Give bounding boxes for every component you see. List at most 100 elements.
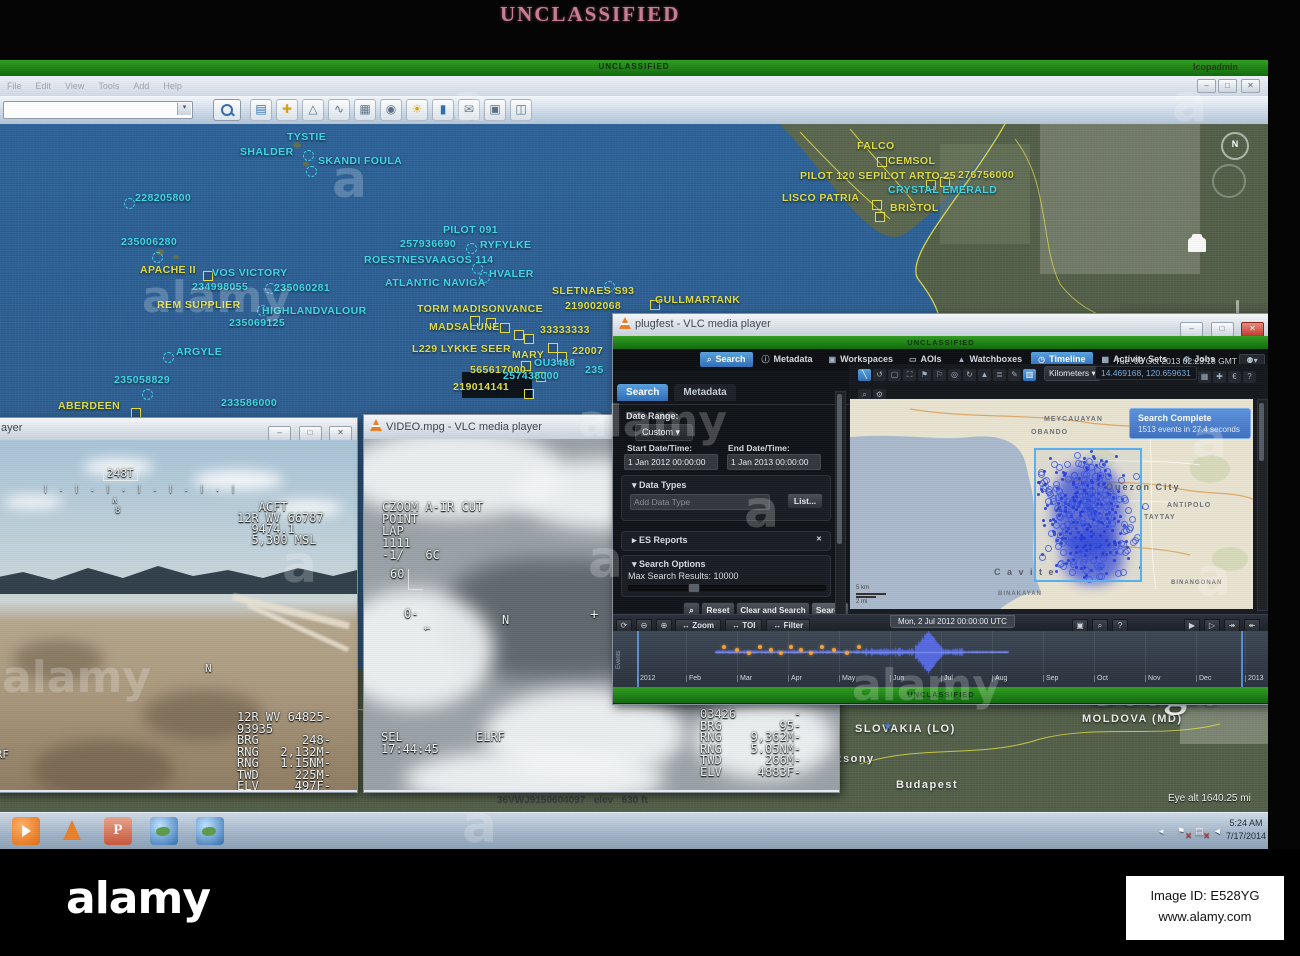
close-icon[interactable]: ✕ (816, 535, 822, 543)
slider-handle[interactable] (688, 583, 700, 593)
planets-icon[interactable]: ▮ (432, 99, 454, 121)
map-tool-icon-1[interactable]: ↺ (873, 369, 886, 381)
taskbar-media-player[interactable] (12, 817, 40, 845)
tray-volume[interactable]: ◄ (1213, 826, 1226, 839)
menu-item-help[interactable]: Help (163, 81, 182, 91)
menu-item-file[interactable]: File (7, 81, 22, 91)
map-tool-icon-9[interactable]: ≣ (993, 369, 1006, 381)
search-button[interactable] (213, 99, 241, 121)
menu-item-add[interactable]: Add (133, 81, 149, 91)
add-data-type-input[interactable]: Add Data Type (630, 494, 770, 510)
placemark-icon[interactable]: ✚ (276, 99, 298, 121)
vessel-marker-box[interactable] (524, 334, 534, 344)
vessel-marker-circle[interactable] (142, 389, 153, 400)
vessel-marker-box[interactable] (875, 212, 885, 222)
sidebar-icon[interactable]: ▤ (250, 99, 272, 121)
vlc-window-left[interactable]: ayer – □ ✕ 248T | . | . | . | . | . | . … (0, 417, 358, 793)
map-tool-icon-11[interactable]: ▥ (1023, 369, 1036, 381)
close-button[interactable]: ✕ (1241, 322, 1264, 337)
vessel-marker-circle[interactable] (466, 243, 477, 254)
data-types-header[interactable]: ▾ Data Types (632, 480, 686, 491)
vessel-marker-box[interactable] (548, 343, 558, 353)
polygon-icon[interactable]: △ (302, 99, 324, 121)
date-range-select[interactable]: Custom ▾ (635, 424, 693, 441)
chevron-down-icon[interactable]: ▾ (177, 103, 191, 115)
vessel-marker-box[interactable] (524, 389, 534, 399)
es-reports-header[interactable]: ▸ ES Reports (632, 535, 688, 546)
map-tool-icon-2[interactable]: ▢ (888, 369, 901, 381)
vessel-marker-circle[interactable] (306, 166, 317, 177)
list-button[interactable]: List... (787, 493, 823, 509)
map-corner-button-1[interactable]: ✚ (1213, 371, 1226, 383)
max-results-slider[interactable] (628, 585, 826, 591)
map-tool-icon-10[interactable]: ✎ (1008, 369, 1021, 381)
panel-tab-metadata[interactable]: Metadata (674, 384, 736, 401)
vessel-marker-box[interactable] (500, 323, 510, 333)
map-tool-icon-8[interactable]: ▲ (978, 369, 991, 381)
map-corner-button-3[interactable]: ? (1243, 371, 1256, 383)
close-button[interactable]: ✕ (329, 426, 352, 441)
tray-network-status[interactable]: ▤ ✕ (1195, 826, 1210, 840)
search-options-header[interactable]: ▾ Search Options (632, 559, 706, 570)
es-reports-section[interactable]: ▸ ES Reports ✕ (621, 531, 831, 551)
minimize-button[interactable]: – (1180, 322, 1204, 337)
tab-metadata[interactable]: ⓘ Metadata (755, 352, 820, 367)
map-corner-button-2[interactable]: € (1228, 371, 1241, 383)
vessel-marker-box[interactable] (877, 157, 887, 167)
close-button[interactable]: ✕ (1241, 79, 1260, 93)
minimize-button[interactable]: – (1197, 79, 1216, 93)
print-icon[interactable]: ▣ (484, 99, 506, 121)
plugfest-map[interactable]: MEYCAUAYAN OBANDO Quezon City ANTIPOLO TAYTA… (850, 399, 1253, 609)
map-corner-button-0[interactable]: ▦ (1198, 371, 1211, 383)
maximize-button[interactable]: □ (298, 426, 322, 441)
plugfest-window[interactable]: plugfest - VLC media player – □ ✕ UNCLAS… (612, 313, 1270, 705)
vessel-marker-circle[interactable] (163, 352, 174, 363)
taskbar-powerpoint[interactable]: P (104, 817, 132, 845)
path-icon[interactable]: ∿ (328, 99, 350, 121)
panel-tab-search[interactable]: Search (617, 384, 669, 401)
taskbar-vlc[interactable] (58, 817, 86, 845)
record-tour-icon[interactable]: ◉ (380, 99, 402, 121)
timeline-plot[interactable]: Events 2012 Feb Mar Apr May Jun Jul Aug Sep Oct No… (613, 631, 1269, 687)
scrollbar-thumb[interactable] (837, 394, 842, 544)
vlc-left-titlebar[interactable]: ayer – □ ✕ (0, 418, 357, 441)
maximize-button[interactable]: □ (1218, 79, 1237, 93)
search-input[interactable]: ▾ (3, 101, 193, 119)
email-icon[interactable]: ✉ (458, 99, 480, 121)
taskbar-google-earth-1[interactable] (150, 817, 178, 845)
vessel-marker-circle[interactable] (124, 198, 135, 209)
compass-control[interactable]: N (1221, 132, 1249, 160)
end-date-input[interactable]: 1 Jan 2013 00:00:00 (727, 454, 821, 470)
tray-flag-status[interactable]: ⚑ ✕ (1177, 826, 1192, 840)
map-tool-icon-0[interactable]: ╲ (858, 369, 871, 381)
tab-search[interactable]: ⌕ Search (700, 352, 753, 367)
image-overlay-icon[interactable]: ▦ (354, 99, 376, 121)
start-date-input[interactable]: 1 Jan 2012 00:00:00 (624, 454, 718, 470)
minimize-button[interactable]: – (268, 426, 292, 441)
tray-hidden-icons[interactable]: ◂ (1159, 826, 1172, 839)
vessel-marker-circle[interactable] (152, 252, 163, 263)
map-tool-icon-6[interactable]: ◎ (948, 369, 961, 381)
uav-video-feed[interactable]: 248T | . | . | . | . | . | . | ∧ 8 ACFT 1… (0, 440, 357, 790)
map-tool-icon-4[interactable]: ⚑ (918, 369, 931, 381)
map-tool-icon-7[interactable]: ↻ (963, 369, 976, 381)
look-joystick[interactable] (1212, 164, 1246, 198)
plugfest-titlebar[interactable]: plugfest - VLC media player – □ ✕ (613, 314, 1269, 337)
vessel-marker-box[interactable] (514, 330, 524, 340)
save-image-icon[interactable]: ◫ (510, 99, 532, 121)
vessel-marker-box[interactable] (872, 200, 882, 210)
aoi-rectangle[interactable] (1034, 448, 1142, 582)
panel-scrollbar[interactable]: ▼ (835, 391, 846, 631)
map-tool-icon-5[interactable]: ⚐ (933, 369, 946, 381)
units-select[interactable]: Kilometers ▾ (1044, 366, 1101, 381)
timeline-cursor-left[interactable] (637, 631, 639, 687)
menu-item-tools[interactable]: Tools (98, 81, 119, 91)
maximize-button[interactable]: □ (1210, 322, 1234, 337)
vessel-marker-circle[interactable] (303, 150, 314, 161)
menu-item-edit[interactable]: Edit (36, 81, 52, 91)
menu-item-view[interactable]: View (65, 81, 84, 91)
map-scrollbar[interactable] (1257, 399, 1268, 611)
sunlight-icon[interactable]: ☀ (406, 99, 428, 121)
timeline-cursor-right[interactable] (1241, 631, 1243, 687)
taskbar-google-earth-2[interactable] (196, 817, 224, 845)
